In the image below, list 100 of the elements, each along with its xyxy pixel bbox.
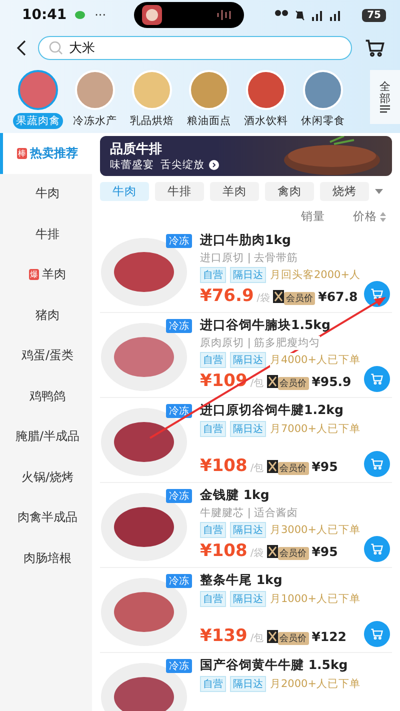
member-price: ¥95 — [312, 459, 338, 474]
frozen-tag: 冷冻 — [166, 404, 192, 418]
back-icon[interactable] — [16, 40, 26, 56]
sidebar-item[interactable]: 鸡蛋/蛋类 — [0, 336, 92, 376]
category-image[interactable] — [18, 70, 58, 110]
sort-arrows-icon — [380, 212, 386, 222]
filter-chip[interactable]: 羊肉 — [210, 182, 259, 201]
member-price: ¥122 — [312, 629, 346, 644]
service-tag: 隔日达 — [230, 352, 266, 368]
product-title[interactable]: 整条牛尾 1kg — [200, 572, 392, 589]
product-price: ¥139 — [200, 626, 248, 646]
service-tag: 自营 — [200, 676, 226, 692]
chevron-icon — [208, 160, 219, 170]
member-price-label: 会员价 — [278, 377, 309, 390]
cart-icon — [370, 627, 384, 641]
product-title[interactable]: 金钱腱 1kg — [200, 487, 392, 504]
product-subtitle: 进口原切 | 去骨带筋 — [200, 251, 298, 265]
member-logo-icon — [266, 630, 278, 642]
sales-note: 月1000+人已下单 — [270, 592, 361, 606]
member-logo-icon — [266, 460, 278, 472]
member-price-label: 会员价 — [278, 547, 309, 560]
sidebar-item[interactable]: 腌腊/半成品 — [0, 416, 92, 457]
product-subtitle: 牛腱腱芯 | 适合酱卤 — [200, 506, 298, 520]
all-categories-button[interactable]: 全部 — [370, 70, 400, 124]
product-subtitle: 原肉原切 | 筋多肥瘦均匀 — [200, 336, 320, 350]
service-tag: 隔日达 — [230, 522, 266, 538]
sidebar-item[interactable]: 棒 热卖推荐 — [0, 133, 92, 174]
sales-note: 月7000+人已下单 — [270, 422, 361, 436]
product-title[interactable]: 进口谷饲牛腩块1.5kg — [200, 317, 392, 334]
sales-note: 月4000+人已下单 — [270, 353, 361, 367]
member-logo-icon — [266, 374, 278, 388]
price-unit: /袋 — [250, 547, 264, 560]
chat-icon — [74, 10, 87, 20]
price-unit: /包 — [250, 462, 264, 475]
add-to-cart-button[interactable] — [364, 366, 390, 392]
product-title[interactable]: 国产谷饲黄牛牛腱 1.5kg — [200, 657, 392, 674]
sidebar-item[interactable]: 火锅/烧烤 — [0, 457, 92, 498]
service-tag: 隔日达 — [230, 591, 266, 607]
service-tag: 自营 — [200, 591, 226, 607]
service-tag: 隔日达 — [230, 421, 266, 437]
sales-note: 月回头客2000+人 — [270, 268, 361, 282]
battery-level: 75 — [362, 8, 386, 22]
member-price-label: 会员价 — [278, 632, 309, 645]
frozen-tag: 冷冻 — [166, 319, 192, 333]
add-to-cart-button[interactable] — [364, 536, 390, 562]
sidebar-item[interactable]: 肉肠培根 — [0, 538, 92, 578]
member-logo-icon — [266, 544, 278, 558]
category-label[interactable]: 粮油面点 — [184, 113, 234, 129]
promo-banner[interactable]: 品质牛排 味蕾盛宴 舌尖绽放 — [100, 136, 392, 176]
product-title[interactable]: 进口牛肋肉1kg — [200, 232, 392, 249]
product-price: ¥109 — [200, 371, 248, 391]
category-label[interactable]: 休闲零食 — [298, 113, 348, 129]
frozen-tag: 冷冻 — [166, 574, 192, 588]
member-price-label: 会员价 — [284, 292, 316, 305]
service-tag: 隔日达 — [230, 676, 266, 692]
cart-icon — [364, 37, 386, 59]
add-to-cart-button[interactable] — [364, 281, 390, 307]
cart-icon — [370, 542, 384, 556]
service-tag: 隔日达 — [230, 267, 266, 283]
sidebar-item[interactable]: 鸡鸭鸽 — [0, 376, 92, 416]
price-unit: /袋 — [256, 292, 270, 305]
cart-icon — [370, 372, 384, 386]
filter-chip[interactable]: 牛排 — [155, 182, 204, 201]
app-icon — [142, 5, 162, 25]
dropdown-caret-icon[interactable] — [375, 189, 383, 194]
member-price: ¥95.9 — [312, 374, 352, 389]
frozen-tag: 冷冻 — [166, 659, 192, 673]
search-icon — [49, 41, 63, 55]
search-field[interactable]: 大米 — [38, 36, 352, 60]
more-dots: ··· — [94, 8, 106, 22]
filter-chip[interactable]: 禽肉 — [265, 182, 314, 201]
category-label[interactable]: 酒水饮料 — [241, 113, 291, 129]
sidebar-item[interactable]: 牛排 — [0, 214, 92, 254]
service-tag: 自营 — [200, 267, 226, 283]
product-price: ¥108 — [200, 541, 248, 561]
member-price: ¥67.8 — [318, 289, 358, 304]
add-to-cart-button[interactable] — [364, 621, 390, 647]
member-logo-icon — [273, 290, 284, 302]
frozen-tag: 冷冻 — [166, 234, 192, 248]
sidebar-item[interactable]: 肉禽半成品 — [0, 498, 92, 538]
add-to-cart-button[interactable] — [364, 451, 390, 477]
filter-chip[interactable]: 烧烤 — [320, 182, 369, 201]
status-time: 10:41 — [22, 7, 67, 23]
sidebar-item[interactable]: 猪肉 — [0, 295, 92, 336]
sidebar-item[interactable]: 牛肉 — [0, 174, 92, 214]
price-unit: /包 — [250, 632, 264, 645]
sales-note: 月2000+人已下单 — [270, 677, 361, 691]
member-price-label: 会员价 — [278, 462, 309, 475]
category-label[interactable]: 乳品烘焙 — [127, 113, 177, 129]
sort-option[interactable]: 销量 — [301, 209, 325, 224]
price-unit: /包 — [250, 377, 264, 390]
sales-note: 月3000+人已下单 — [270, 523, 361, 537]
category-label[interactable]: 冷冻水产 — [70, 113, 120, 129]
cart-icon — [370, 457, 384, 471]
service-tag: 自营 — [200, 522, 226, 538]
sidebar-item[interactable]: 爆 羊肉 — [0, 254, 92, 295]
member-price: ¥95 — [312, 544, 338, 559]
service-tag: 自营 — [200, 352, 226, 368]
service-tag: 自营 — [200, 421, 226, 437]
sort-option[interactable]: 价格 — [353, 209, 386, 224]
